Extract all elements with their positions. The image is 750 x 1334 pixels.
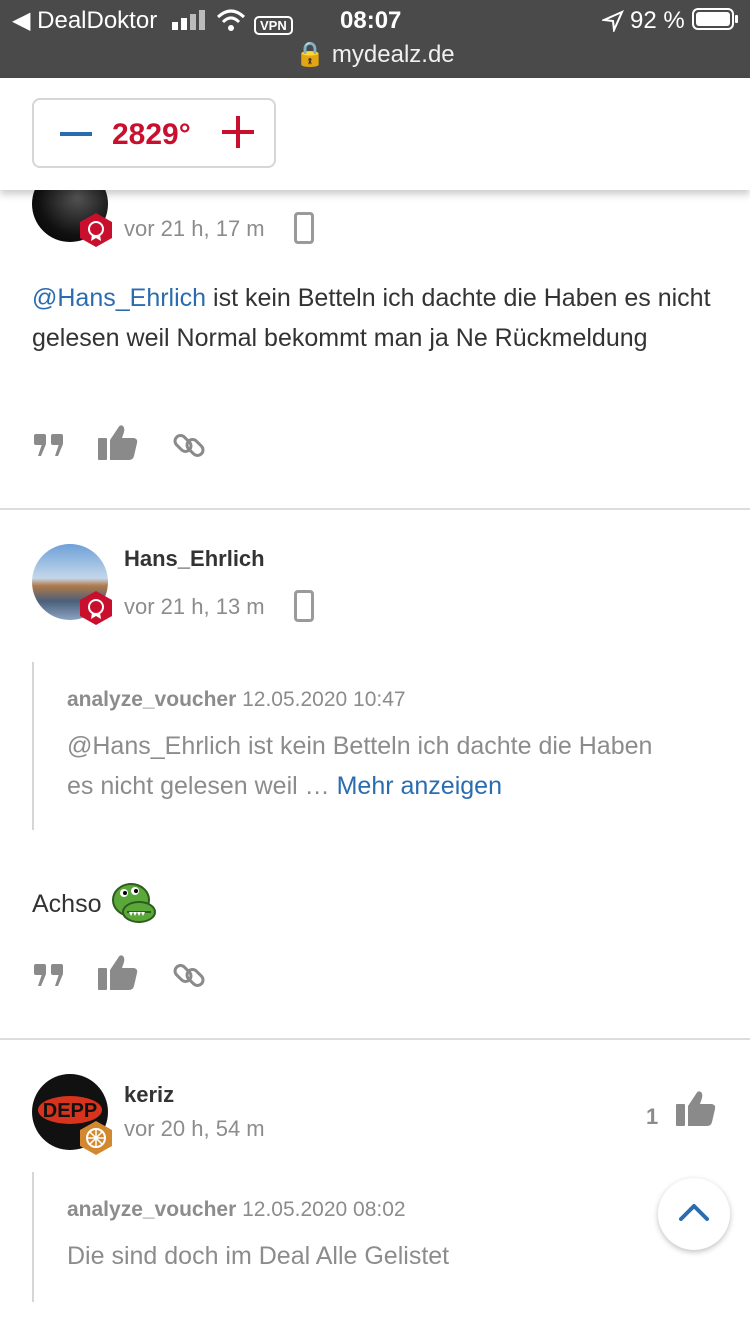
comment-time: vor 20 h, 54 m — [124, 1116, 265, 1141]
quote-text: Die sind doch im Deal Alle Gelistet — [67, 1242, 450, 1270]
quote-date: 12.05.2020 10:47 — [242, 688, 406, 711]
address-bar[interactable]: 🔒 mydealz.de — [0, 40, 750, 69]
ios-status-bar: ◀ DealDoktor VPN 08:07 92 % 🔒 mydealz.de — [0, 0, 750, 78]
comment-body: @Hans_Ehrlich ist kein Betteln ich dacht… — [32, 278, 712, 358]
user-badge-gold-icon — [80, 1121, 112, 1155]
crocodile-emoji-icon — [112, 883, 157, 923]
permalink-icon[interactable] — [172, 428, 208, 464]
like-count: 1 — [646, 1104, 659, 1129]
mobile-device-icon — [294, 212, 314, 244]
like-thumb-icon[interactable] — [98, 424, 138, 460]
show-more-link[interactable]: Mehr anzeigen — [337, 772, 502, 800]
comment-username[interactable]: Hans_Ehrlich — [124, 546, 265, 572]
back-to-app[interactable]: ◀ DealDoktor — [12, 8, 157, 34]
temperature-vote-box: 2829° — [32, 98, 276, 168]
reply-quote-icon[interactable] — [34, 964, 64, 986]
deal-vote-bar: 2829° — [0, 78, 750, 190]
reply-quote-icon[interactable] — [34, 434, 64, 456]
lock-icon: 🔒 — [295, 41, 326, 68]
back-triangle-icon: ◀ — [12, 7, 31, 34]
quoted-comment: analyze_voucher 12.05.2020 08:02 Die sin… — [32, 1172, 672, 1302]
comment-time: vor 21 h, 17 m — [124, 216, 265, 241]
back-app-label: DealDoktor — [37, 7, 158, 34]
svg-text:DEPP: DEPP — [43, 1100, 97, 1122]
comment-text: Achso — [32, 890, 102, 918]
comment-divider — [0, 1038, 750, 1040]
clock: 08:07 — [340, 7, 402, 34]
battery-icon — [692, 8, 738, 30]
quote-author[interactable]: analyze_voucher — [67, 1198, 236, 1221]
quote-text: @Hans_Ehrlich ist kein Betteln ich dacht… — [67, 726, 672, 806]
quote-author[interactable]: analyze_voucher — [67, 688, 236, 711]
vpn-badge: VPN — [254, 16, 293, 35]
permalink-icon[interactable] — [172, 958, 208, 994]
comment-time: vor 21 h, 13 m — [124, 594, 265, 619]
scroll-to-top-button[interactable] — [658, 1178, 730, 1250]
vote-cold-minus-icon[interactable] — [60, 122, 92, 144]
comment-body: Achso — [32, 882, 712, 926]
url-text: mydealz.de — [331, 41, 455, 68]
quoted-comment: analyze_voucher 12.05.2020 10:47 @Hans_E… — [32, 662, 672, 830]
like-thumb-icon[interactable] — [676, 1090, 716, 1126]
user-mention-link[interactable]: @Hans_Ehrlich — [32, 284, 206, 312]
user-badge-red-icon — [80, 591, 112, 625]
quote-header: analyze_voucher 12.05.2020 10:47 — [67, 662, 672, 712]
vote-hot-plus-icon[interactable] — [222, 116, 254, 148]
chevron-up-icon — [679, 1204, 709, 1221]
comment-username[interactable]: keriz — [124, 1082, 174, 1108]
location-arrow-icon — [602, 10, 624, 32]
comment-divider — [0, 508, 750, 510]
deal-temperature: 2829° — [112, 118, 191, 151]
mobile-device-icon — [294, 590, 314, 622]
cellular-signal-icon — [172, 10, 205, 30]
wifi-icon — [216, 9, 246, 31]
quote-date: 12.05.2020 08:02 — [242, 1198, 406, 1221]
battery-percent: 92 % — [630, 7, 685, 34]
like-thumb-icon[interactable] — [98, 954, 138, 990]
quote-header: analyze_voucher 12.05.2020 08:02 — [67, 1172, 672, 1222]
user-badge-red-icon — [80, 213, 112, 247]
